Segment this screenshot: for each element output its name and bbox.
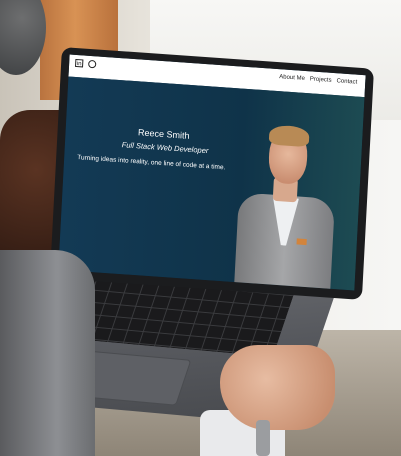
nav-link-projects[interactable]: Projects (310, 76, 332, 83)
nav-icons: in (75, 58, 97, 69)
nav-links: About Me Projects Contact (279, 74, 357, 85)
linkedin-icon[interactable]: in (75, 58, 84, 68)
person-hand (220, 345, 335, 430)
github-icon[interactable] (88, 59, 97, 69)
laptop-screen: in About Me Projects Contact Reece Smith… (58, 54, 366, 291)
nav-link-about[interactable]: About Me (279, 74, 305, 82)
person-sleeve (0, 250, 95, 456)
wristwatch (256, 420, 270, 456)
portrait-hair (268, 124, 310, 148)
laptop-lid: in About Me Projects Contact Reece Smith… (49, 47, 374, 300)
portrait-pocket-square (296, 238, 307, 246)
hero-portrait (228, 116, 345, 291)
nav-link-contact[interactable]: Contact (336, 78, 357, 85)
